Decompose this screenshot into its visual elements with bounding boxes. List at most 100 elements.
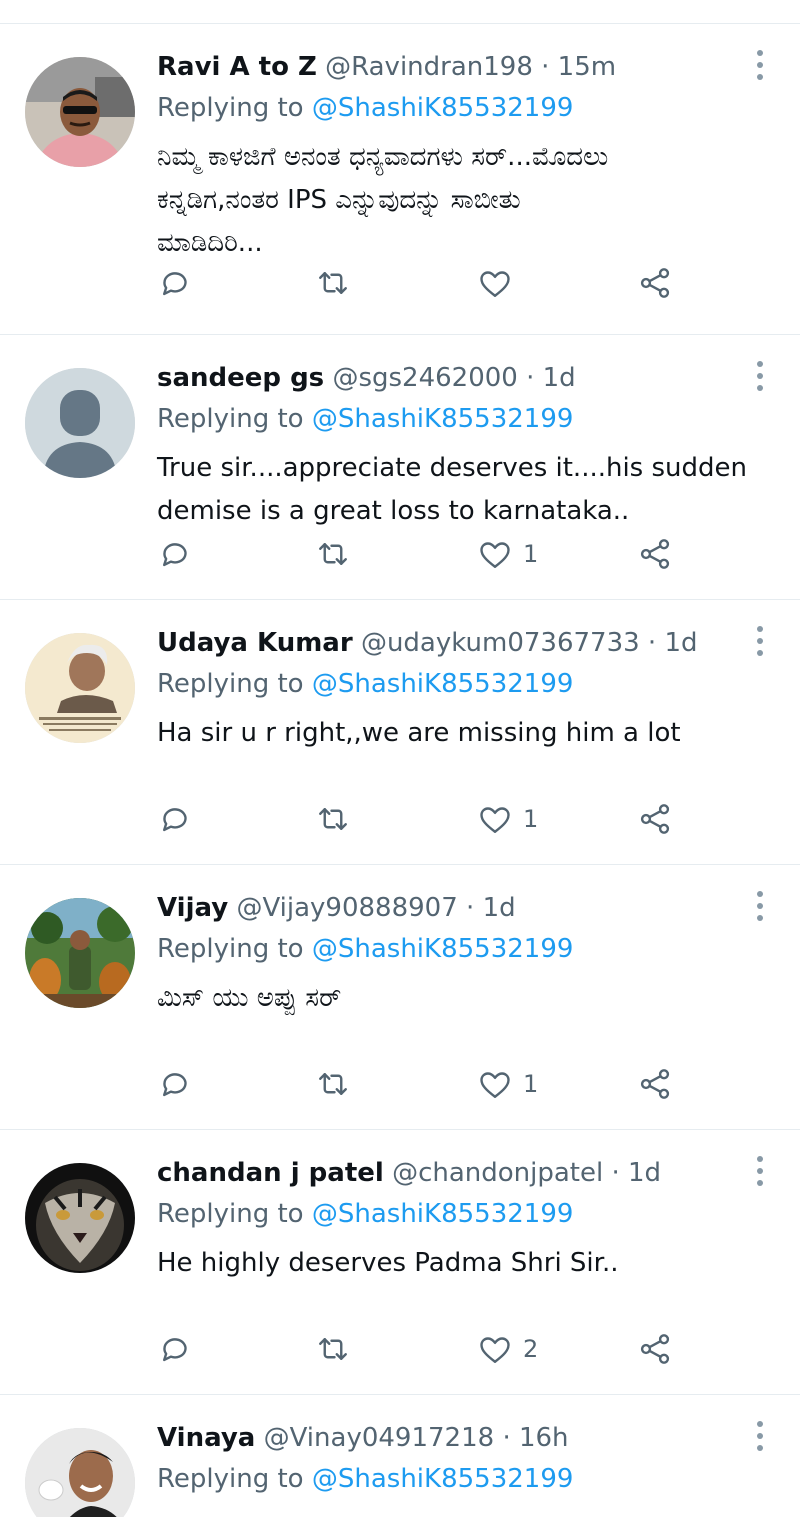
tweet-text-line: True sir....appreciate deserves it....hi… <box>157 453 748 483</box>
share-button[interactable] <box>637 794 673 844</box>
tweet-text-line: ಕನ್ನಡಿಗ,ನಂತರ IPS ಎನ್ನುವುದನ್ನು ಸಾಬೀತು <box>157 185 521 215</box>
reply-tweet[interactable]: chandan j patel @chandonjpatel · 1d Repl… <box>0 1130 800 1395</box>
avatar[interactable] <box>25 898 135 1008</box>
action-bar: 1 <box>157 1059 717 1109</box>
like-icon <box>480 542 510 568</box>
reply-icon <box>163 1338 187 1362</box>
replying-label: Replying to <box>157 1464 304 1494</box>
timestamp[interactable]: 1d <box>628 1158 661 1188</box>
share-button[interactable] <box>637 529 673 579</box>
display-name[interactable]: Udaya Kumar <box>157 628 353 658</box>
display-name[interactable]: sandeep gs <box>157 363 324 393</box>
like-count: 1 <box>523 805 539 833</box>
reply-button[interactable] <box>157 1324 193 1374</box>
user-handle[interactable]: @chandonjpatel <box>392 1158 603 1188</box>
reply-handle-link[interactable]: @ShashiK85532199 <box>312 669 574 699</box>
tweet-text-line: ನಿಮ್ಮ ಕಾಳಜಿಗೆ ಅನಂತ ಧನ್ಯವಾದಗಳು ಸರ್...ಮೊದಲ… <box>157 142 609 172</box>
user-handle[interactable]: @Ravindran198 <box>325 52 533 82</box>
reply-tweet[interactable]: Vinaya @Vinay04917218 · 16h Replying to … <box>0 1395 800 1517</box>
reply-button[interactable] <box>157 1059 193 1109</box>
reply-button[interactable] <box>157 529 193 579</box>
retweet-button[interactable] <box>315 258 351 308</box>
like-icon <box>480 1337 510 1363</box>
avatar[interactable] <box>25 1428 135 1517</box>
user-handle[interactable]: @Vinay04917218 <box>264 1423 495 1453</box>
reply-button[interactable] <box>157 258 193 308</box>
retweet-icon <box>319 808 347 830</box>
more-icon[interactable] <box>748 1156 772 1186</box>
separator: · <box>466 893 483 923</box>
reply-handle-link[interactable]: @ShashiK85532199 <box>312 93 574 123</box>
retweet-icon <box>319 1073 347 1095</box>
reply-button[interactable] <box>157 794 193 844</box>
reply-icon <box>163 808 187 832</box>
timestamp[interactable]: 15m <box>558 52 616 82</box>
action-bar: 2 <box>157 1324 717 1374</box>
display-name[interactable]: Vinaya <box>157 1423 255 1453</box>
timestamp[interactable]: 1d <box>543 363 576 393</box>
timestamp[interactable]: 1d <box>664 628 697 658</box>
tweet-header: chandan j patel @chandonjpatel · 1d <box>157 1155 661 1191</box>
more-icon[interactable] <box>748 1421 772 1451</box>
user-handle[interactable]: @sgs2462000 <box>332 363 517 393</box>
replying-label: Replying to <box>157 934 304 964</box>
tweet-text-line: Ha sir u r right,,we are missing him a l… <box>157 718 681 748</box>
replying-to: Replying to @ShashiK85532199 <box>157 90 573 126</box>
retweet-button[interactable] <box>315 529 351 579</box>
action-bar: 1 <box>157 794 717 844</box>
reply-handle-link[interactable]: @ShashiK85532199 <box>312 1199 574 1229</box>
avatar[interactable] <box>25 57 135 167</box>
action-bar <box>157 258 717 308</box>
like-button[interactable]: 1 <box>477 1059 538 1109</box>
more-icon[interactable] <box>748 50 772 80</box>
more-icon[interactable] <box>748 361 772 391</box>
like-button[interactable]: 1 <box>477 529 538 579</box>
more-icon[interactable] <box>748 626 772 656</box>
avatar[interactable] <box>25 1163 135 1273</box>
reply-tweet[interactable]: sandeep gs @sgs2462000 · 1d Replying to … <box>0 335 800 600</box>
like-icon <box>480 807 510 833</box>
reply-handle-link[interactable]: @ShashiK85532199 <box>312 1464 574 1494</box>
display-name[interactable]: Ravi A to Z <box>157 52 317 82</box>
retweet-button[interactable] <box>315 1059 351 1109</box>
display-name[interactable]: Vijay <box>157 893 228 923</box>
avatar[interactable] <box>25 633 135 743</box>
share-button[interactable] <box>637 1059 673 1109</box>
like-count: 1 <box>523 540 539 568</box>
like-icon <box>480 1072 510 1098</box>
tweet-text: He highly deserves Padma Shri Sir.. <box>157 1242 787 1285</box>
tweet-text: ನಿಮ್ಮ ಕಾಳಜಿಗೆ ಅನಂತ ಧನ್ಯವಾದಗಳು ಸರ್...ಮೊದಲ… <box>157 136 787 265</box>
like-button[interactable]: 1 <box>477 794 538 844</box>
reply-tweet[interactable]: Vijay @Vijay90888907 · 1d Replying to @S… <box>0 865 800 1130</box>
share-icon <box>640 1069 670 1099</box>
replying-label: Replying to <box>157 404 304 434</box>
replying-to: Replying to @ShashiK85532199 <box>157 931 573 967</box>
top-divider <box>0 0 800 24</box>
replying-to: Replying to @ShashiK85532199 <box>157 1461 573 1497</box>
user-handle[interactable]: @Vijay90888907 <box>236 893 457 923</box>
tweet-text: True sir....appreciate deserves it....hi… <box>157 447 787 533</box>
retweet-button[interactable] <box>315 794 351 844</box>
share-icon <box>640 804 670 834</box>
like-button[interactable] <box>477 258 523 308</box>
display-name[interactable]: chandan j patel <box>157 1158 384 1188</box>
reply-tweet[interactable]: Udaya Kumar @udaykum07367733 · 1d Replyi… <box>0 600 800 865</box>
share-icon <box>640 539 670 569</box>
share-button[interactable] <box>637 258 673 308</box>
timestamp[interactable]: 1d <box>483 893 516 923</box>
more-icon[interactable] <box>748 891 772 921</box>
reply-icon <box>163 543 187 567</box>
user-handle[interactable]: @udaykum07367733 <box>361 628 640 658</box>
like-button[interactable]: 2 <box>477 1324 538 1374</box>
retweet-button[interactable] <box>315 1324 351 1374</box>
share-button[interactable] <box>637 1324 673 1374</box>
avatar[interactable] <box>25 368 135 478</box>
reply-handle-link[interactable]: @ShashiK85532199 <box>312 934 574 964</box>
reply-tweet[interactable]: Ravi A to Z @Ravindran198 · 15m Replying… <box>0 24 800 335</box>
reply-feed: Ravi A to Z @Ravindran198 · 15m Replying… <box>0 24 800 1517</box>
like-icon <box>480 271 510 297</box>
replying-to: Replying to @ShashiK85532199 <box>157 1196 573 1232</box>
tweet-header: sandeep gs @sgs2462000 · 1d <box>157 360 576 396</box>
timestamp[interactable]: 16h <box>519 1423 569 1453</box>
reply-handle-link[interactable]: @ShashiK85532199 <box>312 404 574 434</box>
